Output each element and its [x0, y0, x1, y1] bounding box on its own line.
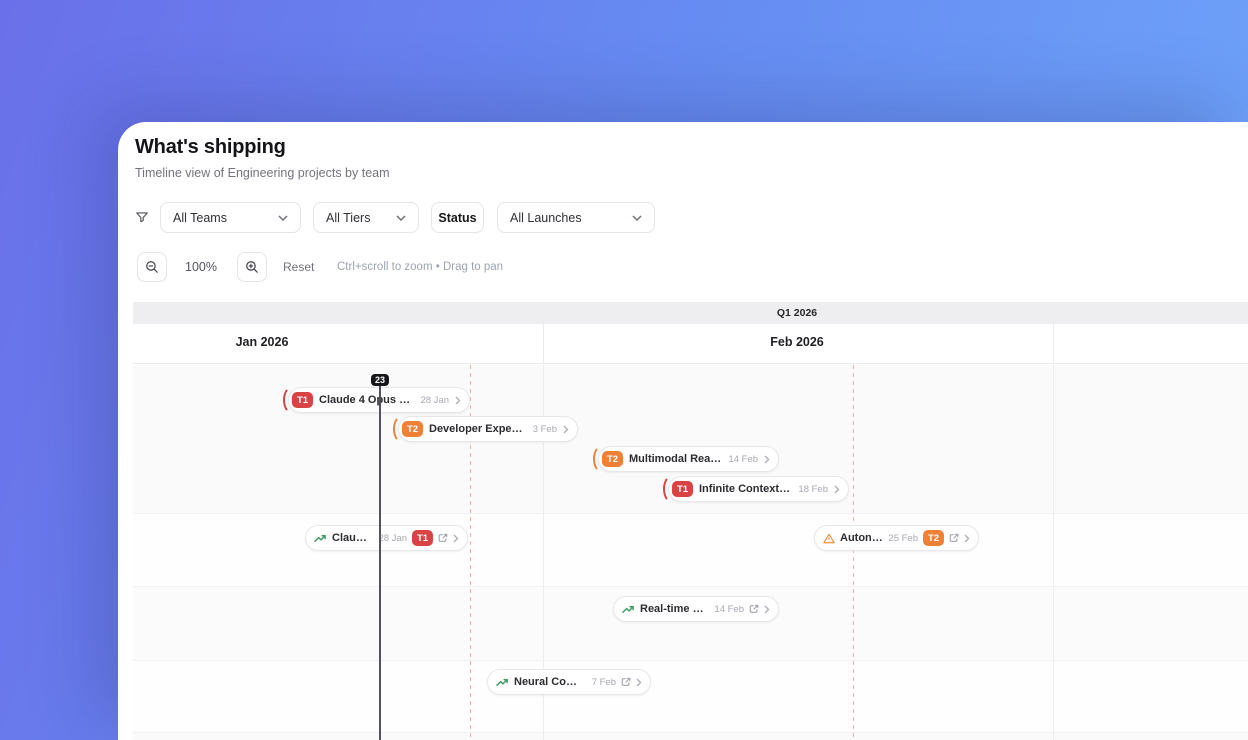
- zoom-out-icon: [145, 260, 159, 274]
- launch-name: Neural Computer...: [514, 676, 587, 688]
- project-name: Multimodal Real-t...: [629, 453, 723, 465]
- team-row: [133, 513, 1248, 586]
- launch-item[interactable]: Claude 4 ... 28 Jan T1: [305, 525, 468, 551]
- today-date-badge: 23: [370, 374, 390, 386]
- launch-date: 25 Feb: [888, 532, 918, 544]
- launch-name: Claude 4 ...: [332, 532, 373, 544]
- month-label-feb: Feb 2026: [770, 335, 824, 349]
- project-name: Infinite Context + ...: [699, 483, 793, 495]
- project-date: 3 Feb: [532, 423, 557, 435]
- project-bar[interactable]: T2 Multimodal Real-t... 14 Feb: [593, 445, 779, 473]
- chevron-right-icon: [563, 425, 569, 434]
- trend-up-icon: [314, 533, 327, 544]
- external-link-icon[interactable]: [949, 533, 959, 543]
- external-link-icon[interactable]: [621, 677, 631, 687]
- teams-filter-dropdown[interactable]: All Teams: [160, 202, 301, 233]
- warning-icon: [823, 533, 835, 544]
- tier-badge: T2: [923, 530, 944, 546]
- reset-zoom-button[interactable]: Reset: [283, 252, 314, 282]
- tier-badge: T2: [602, 451, 623, 467]
- status-filter-label: Status: [438, 210, 477, 225]
- trend-up-icon: [496, 677, 509, 688]
- launch-name: Autonomo...: [840, 532, 883, 544]
- deadline-marker-line: [853, 365, 854, 740]
- zoom-in-button[interactable]: [237, 252, 267, 282]
- tiers-filter-value: All Tiers: [326, 210, 371, 225]
- launch-name: Real-time Multi...: [640, 603, 709, 615]
- launch-date: 28 Jan: [378, 532, 407, 544]
- external-link-icon[interactable]: [438, 533, 448, 543]
- launch-item[interactable]: Autonomo... 25 Feb T2: [814, 525, 979, 551]
- launches-filter-dropdown[interactable]: All Launches: [497, 202, 655, 233]
- tier-badge: T1: [412, 530, 433, 546]
- launch-item[interactable]: Neural Computer... 7 Feb: [487, 669, 651, 695]
- chevron-right-icon: [834, 485, 840, 494]
- chevron-right-icon: [636, 678, 642, 687]
- chevron-right-icon: [964, 534, 970, 543]
- team-row: [133, 732, 1248, 740]
- launch-date: 7 Feb: [591, 676, 616, 688]
- tier-badge: T1: [672, 481, 693, 497]
- project-date: 28 Jan: [420, 394, 449, 406]
- quarter-label: Q1 2026: [776, 307, 818, 319]
- chevron-down-icon: [632, 214, 642, 221]
- project-bar[interactable]: T1 Infinite Context + ... 18 Feb: [663, 475, 849, 503]
- month-divider: [1053, 324, 1054, 364]
- tier-badge: T2: [402, 421, 423, 437]
- teams-filter-value: All Teams: [173, 210, 227, 225]
- team-row: [133, 660, 1248, 732]
- whats-shipping-panel: What's shipping Timeline view of Enginee…: [118, 122, 1248, 740]
- chevron-right-icon: [455, 396, 461, 405]
- chevron-down-icon: [278, 214, 288, 221]
- trend-up-icon: [622, 604, 635, 615]
- timeline[interactable]: Q1 2026 Jan 2026 Feb 2026 23 T1 Claude 4…: [133, 302, 1248, 740]
- pan-zoom-hint: Ctrl+scroll to zoom • Drag to pan: [337, 261, 504, 273]
- tier-badge: T1: [292, 392, 313, 408]
- page-subtitle: Timeline view of Engineering projects by…: [135, 166, 390, 180]
- timeline-body[interactable]: 23 T1 Claude 4 Opus + ... 28 Jan T2 Deve…: [133, 365, 1248, 740]
- status-filter-button[interactable]: Status: [431, 202, 484, 233]
- month-divider: [543, 324, 544, 364]
- page-title: What's shipping: [135, 136, 286, 158]
- month-header: Jan 2026 Feb 2026: [133, 324, 1248, 364]
- launch-item[interactable]: Real-time Multi... 14 Feb: [613, 596, 779, 622]
- month-label-jan: Jan 2026: [235, 335, 289, 349]
- filter-icon: [135, 210, 149, 224]
- month-gridline: [1053, 365, 1054, 740]
- project-date: 14 Feb: [728, 453, 758, 465]
- zoom-in-icon: [245, 260, 259, 274]
- project-name: Developer Experie...: [429, 423, 527, 435]
- zoom-level-value: 100%: [185, 260, 217, 274]
- quarter-header: Q1 2026: [133, 302, 1248, 324]
- project-bar[interactable]: T2 Developer Experie... 3 Feb: [393, 415, 578, 443]
- chevron-right-icon: [764, 455, 770, 464]
- external-link-icon[interactable]: [749, 604, 759, 614]
- project-name: Claude 4 Opus + ...: [319, 394, 415, 406]
- launches-filter-value: All Launches: [510, 210, 582, 225]
- tiers-filter-dropdown[interactable]: All Tiers: [313, 202, 419, 233]
- zoom-out-button[interactable]: [137, 252, 167, 282]
- chevron-down-icon: [396, 214, 406, 221]
- chevron-right-icon: [764, 605, 770, 614]
- launch-date: 14 Feb: [714, 603, 744, 615]
- today-line: [379, 381, 381, 740]
- project-date: 18 Feb: [798, 483, 828, 495]
- chevron-right-icon: [453, 534, 459, 543]
